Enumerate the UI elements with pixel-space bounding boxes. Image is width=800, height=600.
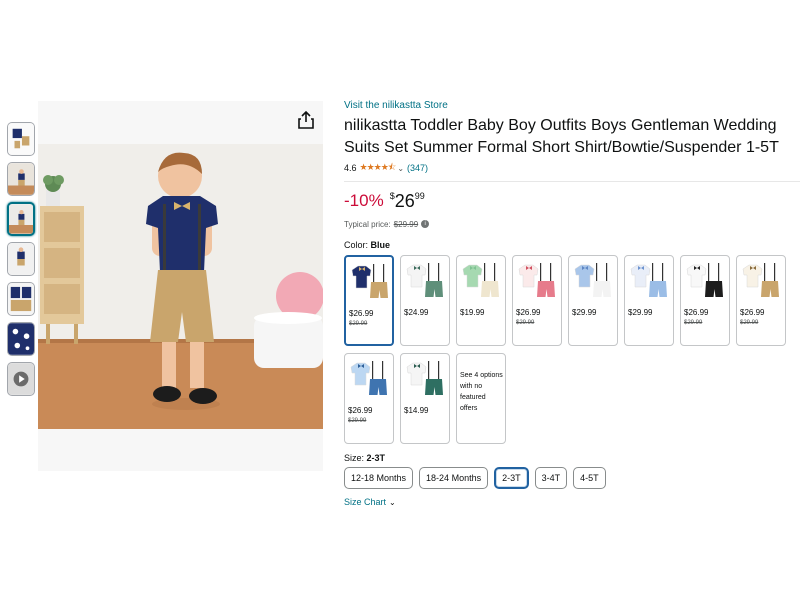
no-featured-offers-swatch[interactable]: See 4 options with no featured offers xyxy=(456,353,506,444)
chevron-down-icon[interactable]: ⌄ xyxy=(397,164,404,173)
color-swatch[interactable]: $24.99 xyxy=(400,255,450,346)
rating-value: 4.6 xyxy=(344,163,357,173)
price-whole: 26 xyxy=(394,191,415,211)
thumbnail-2[interactable] xyxy=(7,162,35,196)
star-rating-icon[interactable]: ★★★★⯪ xyxy=(360,160,397,176)
color-swatch[interactable]: $29.99 xyxy=(568,255,618,346)
color-swatch[interactable]: $26.99 $29.99 xyxy=(344,255,394,346)
typical-price-value: $29.99 xyxy=(393,219,419,229)
color-swatch[interactable]: $26.99 $29.99 xyxy=(344,353,394,444)
selected-size: 2-3T xyxy=(366,453,386,463)
swatch-price: $19.99 xyxy=(460,308,485,317)
swatch-old-price: $29.99 xyxy=(684,320,703,326)
swatch-price: $14.99 xyxy=(404,406,429,415)
color-swatches: $26.99 $29.99 $24.99 $19.99 $26.99 $29.99 $29.… xyxy=(344,255,800,451)
swatch-price: $29.99 xyxy=(572,308,597,317)
size-label: Size: 2-3T xyxy=(344,453,796,465)
size-option-button[interactable]: 12-18 Months xyxy=(344,467,414,489)
swatch-image xyxy=(516,259,558,303)
swatch-old-price: $29.99 xyxy=(516,320,535,326)
size-options: 12-18 Months 18-24 Months 2-3T 3-4T 4-5T xyxy=(344,467,796,489)
thumbnail-3[interactable] xyxy=(7,202,35,236)
size-label-text: Size: xyxy=(344,453,365,463)
price-fraction: 99 xyxy=(414,191,425,201)
divider xyxy=(344,181,800,182)
size-option-button[interactable]: 2-3T xyxy=(494,467,529,489)
swatch-image xyxy=(572,259,614,303)
swatch-price: $26.99 xyxy=(684,308,709,317)
price-row: -10% $ 26 99 xyxy=(344,190,796,216)
swatch-price: $26.99 xyxy=(740,308,765,317)
thumbnail-video[interactable] xyxy=(7,362,35,396)
color-swatch[interactable]: $26.99 $29.99 xyxy=(736,255,786,346)
thumbnail-4[interactable] xyxy=(7,242,35,276)
color-swatch[interactable]: $26.99 $29.99 xyxy=(680,255,730,346)
swatch-price: $24.99 xyxy=(404,308,429,317)
rating-count-link[interactable]: (347) xyxy=(407,163,428,173)
thumbnail-6[interactable] xyxy=(7,322,35,356)
swatch-image xyxy=(349,260,391,304)
info-icon[interactable]: i xyxy=(421,220,430,228)
product-title: nilikastta Toddler Baby Boy Outfits Boys… xyxy=(344,117,779,156)
size-chart-label: Size Chart xyxy=(344,497,387,507)
swatch-image xyxy=(684,259,726,303)
size-option-button[interactable]: 18-24 Months xyxy=(419,467,489,489)
size-chart-link[interactable]: Size Chart ⌄ xyxy=(344,497,796,507)
color-swatch[interactable]: $19.99 xyxy=(456,255,506,346)
swatch-image xyxy=(628,259,670,303)
selected-color: Blue xyxy=(370,240,391,250)
color-label-text: Color: xyxy=(344,240,369,250)
swatch-image xyxy=(348,357,390,401)
color-swatch[interactable]: $29.99 xyxy=(624,255,674,346)
color-swatch[interactable]: $14.99 xyxy=(400,353,450,444)
swatch-price: $26.99 xyxy=(349,309,374,318)
rating-row: 4.6 ★★★★⯪ ⌄ (347) xyxy=(344,161,796,175)
color-swatch[interactable]: $26.99 $29.99 xyxy=(512,255,562,346)
discount-percent: -10% xyxy=(344,191,384,210)
typical-price-label: Typical price: xyxy=(344,219,391,229)
main-product-image[interactable] xyxy=(38,101,323,471)
size-option-button[interactable]: 3-4T xyxy=(534,467,568,489)
share-icon[interactable] xyxy=(295,109,317,131)
typical-price: Typical price: $29.99 i xyxy=(344,218,796,230)
swatch-image xyxy=(740,259,782,303)
store-link[interactable]: Visit the nilikastta Store xyxy=(344,100,796,114)
thumbnail-1[interactable] xyxy=(7,122,35,156)
chevron-down-icon: ⌄ xyxy=(389,497,396,507)
swatch-image xyxy=(404,357,446,401)
swatch-image xyxy=(460,259,502,303)
swatch-old-price: $29.99 xyxy=(349,321,368,327)
thumbnail-strip xyxy=(7,122,35,402)
swatch-price: $26.99 xyxy=(516,308,541,317)
swatch-old-price: $29.99 xyxy=(740,320,759,326)
swatch-old-price: $29.99 xyxy=(348,418,367,424)
no-offer-text: See 4 options with no featured offers xyxy=(460,372,503,412)
size-option-button[interactable]: 4-5T xyxy=(573,467,606,489)
swatch-price: $26.99 xyxy=(348,406,373,415)
product-photo xyxy=(38,144,323,429)
product-details: Visit the nilikastta Store nilikastta To… xyxy=(344,100,800,507)
swatch-price: $29.99 xyxy=(628,308,653,317)
thumbnail-5[interactable] xyxy=(7,282,35,316)
color-label: Color: Blue xyxy=(344,240,796,252)
swatch-image xyxy=(404,259,446,303)
